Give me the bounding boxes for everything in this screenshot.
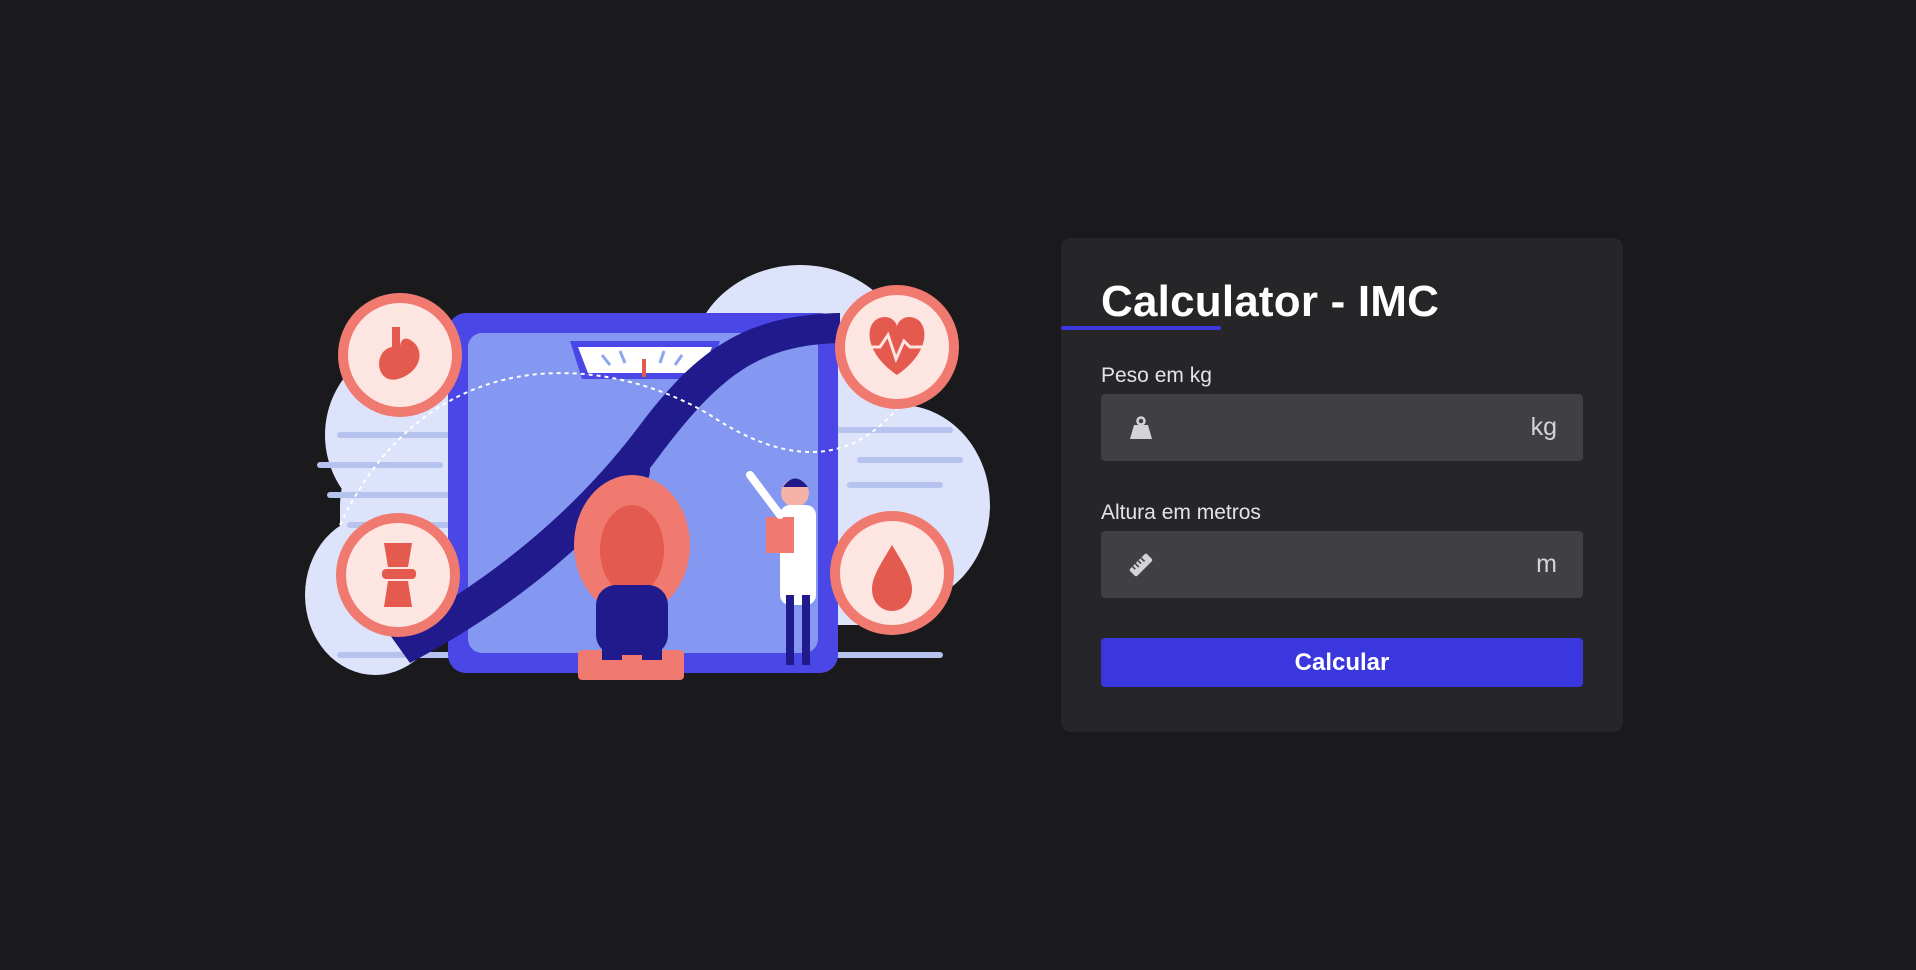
stomach-icon	[338, 293, 462, 417]
page: Calculator - IMC Peso em kg kg Altura em…	[0, 0, 1916, 970]
weight-unit: kg	[1530, 413, 1557, 442]
weight-icon	[1127, 414, 1155, 442]
calculate-button[interactable]: Calcular	[1101, 638, 1583, 688]
height-label: Altura em metros	[1101, 501, 1261, 525]
imc-calculator-card: Calculator - IMC Peso em kg kg Altura em…	[1061, 238, 1623, 732]
weight-input[interactable]	[1155, 394, 1531, 462]
weight-label: Peso em kg	[1101, 364, 1212, 388]
bmi-illustration	[280, 255, 1000, 715]
ruler-icon	[1127, 551, 1155, 579]
height-unit: m	[1536, 550, 1557, 579]
height-field[interactable]: m	[1101, 531, 1583, 599]
title-underline	[1061, 326, 1221, 330]
page-title: Calculator - IMC	[1101, 277, 1440, 326]
weight-field[interactable]: kg	[1101, 394, 1583, 462]
blood-drop-icon	[830, 511, 954, 635]
heart-rate-icon	[835, 285, 959, 409]
height-input[interactable]	[1155, 531, 1537, 599]
joint-icon	[336, 513, 460, 637]
